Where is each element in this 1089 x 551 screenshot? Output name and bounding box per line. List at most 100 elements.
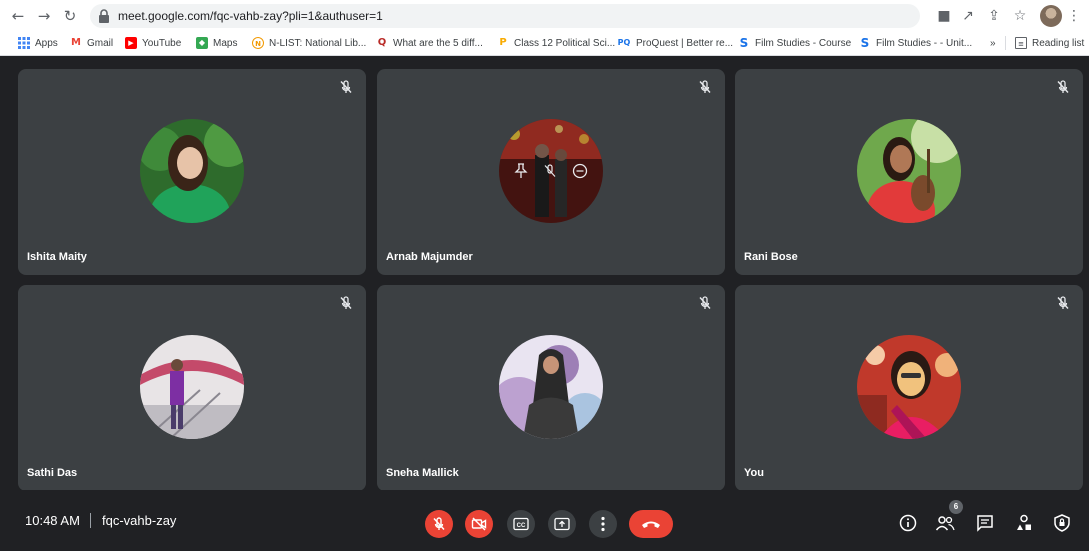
bookmark-quora[interactable]: Q What are the 5 diff... xyxy=(376,35,483,51)
reload-icon[interactable]: ↻ xyxy=(60,6,80,26)
people-icon xyxy=(935,516,955,531)
shield-lock-icon xyxy=(1054,514,1070,532)
toggle-mic-button[interactable] xyxy=(425,510,453,538)
leave-call-button[interactable] xyxy=(629,510,673,538)
participant-avatar xyxy=(499,119,603,223)
open-external-icon[interactable]: ↗ xyxy=(958,6,978,26)
browser-menu-icon[interactable]: ⋮ xyxy=(1064,6,1084,26)
camera-in-use-icon[interactable]: ■ xyxy=(934,6,954,26)
remove-participant-icon[interactable] xyxy=(572,163,588,179)
divider xyxy=(90,513,91,528)
activities-button[interactable] xyxy=(1013,512,1035,534)
reading-list-label: Reading list xyxy=(1032,37,1085,49)
participant-name: You xyxy=(744,467,764,479)
participant-name: Sathi Das xyxy=(27,467,78,479)
maps-icon: ◆ xyxy=(196,37,208,49)
share-icon[interactable]: ⇪ xyxy=(984,6,1004,26)
activities-shapes-icon xyxy=(1017,514,1031,530)
mic-off-icon xyxy=(340,296,352,309)
participant-avatar xyxy=(140,119,244,223)
bookmark-label: ProQuest | Better re... xyxy=(636,37,734,49)
profile-avatar[interactable] xyxy=(1040,5,1062,27)
bookmarks-divider xyxy=(1005,36,1006,50)
mic-off-icon xyxy=(699,80,711,93)
overflow-label: » xyxy=(990,37,996,49)
closed-captions-icon: CC xyxy=(513,517,529,531)
participant-avatar xyxy=(499,335,603,439)
bookmark-youtube[interactable]: ▶ YouTube xyxy=(125,35,181,51)
hang-up-icon xyxy=(642,521,660,528)
participant-tile[interactable]: Sathi Das xyxy=(18,285,366,491)
tile-hover-actions xyxy=(499,119,603,223)
more-options-button[interactable] xyxy=(589,510,617,538)
bookmark-label: What are the 5 diff... xyxy=(393,37,483,49)
browser-chrome: ← → ↻ meet.google.com/fqc-vahb-zay?pli=1… xyxy=(0,0,1089,56)
bookmarks-bar: Apps M Gmail ▶ YouTube ◆ Maps N N-LIST: … xyxy=(0,32,1089,54)
participant-tile-self[interactable]: You xyxy=(735,285,1083,491)
mic-off-icon xyxy=(340,80,352,93)
participant-name: Ishita Maity xyxy=(27,251,87,263)
bookmark-proquest[interactable]: PQ ProQuest | Better re... xyxy=(617,35,733,51)
participant-tile[interactable]: Rani Bose xyxy=(735,69,1083,275)
mute-participant-icon[interactable] xyxy=(542,163,558,179)
bookmark-label: Maps xyxy=(213,37,238,49)
chat-icon xyxy=(977,515,993,532)
youtube-icon: ▶ xyxy=(125,37,137,49)
nlist-icon: N xyxy=(252,37,264,49)
participant-tile[interactable]: Sneha Mallick xyxy=(377,285,725,491)
browser-toolbar: ← → ↻ meet.google.com/fqc-vahb-zay?pli=1… xyxy=(0,0,1089,32)
bookmark-label: Gmail xyxy=(87,37,114,49)
bookmark-apps[interactable]: Apps xyxy=(18,35,58,51)
meet-control-bar: 10:48 AM fqc-vahb-zay CC 6 xyxy=(0,490,1089,551)
people-button[interactable] xyxy=(934,512,956,534)
proquest-icon: PQ xyxy=(617,38,631,47)
back-arrow-icon[interactable]: ← xyxy=(8,6,28,26)
bookmark-label: Film Studies - Course xyxy=(755,37,852,49)
forward-arrow-icon[interactable]: → xyxy=(34,6,54,26)
gmail-icon: M xyxy=(71,37,81,48)
present-screen-button[interactable] xyxy=(548,510,576,538)
host-controls-button[interactable] xyxy=(1051,512,1073,534)
bookmark-film-studies-unit[interactable]: S Film Studies - - Unit... xyxy=(859,35,972,51)
bookmark-label: Class 12 Political Sci... xyxy=(514,37,616,49)
chat-button[interactable] xyxy=(974,512,996,534)
toggle-camera-button[interactable] xyxy=(465,510,493,538)
bookmark-label: Apps xyxy=(35,37,58,49)
url-text: meet.google.com/fqc-vahb-zay?pli=1&authu… xyxy=(118,9,383,23)
svg-text:CC: CC xyxy=(517,523,526,529)
reading-list-icon: ≡ xyxy=(1015,37,1027,49)
participant-tile[interactable]: Ishita Maity xyxy=(18,69,366,275)
bookmark-film-studies[interactable]: S Film Studies - Course xyxy=(738,35,851,51)
participant-name: Sneha Mallick xyxy=(386,467,459,479)
bookmarks-overflow[interactable]: » xyxy=(990,35,996,51)
reading-list[interactable]: ≡ Reading list xyxy=(1015,35,1084,51)
pin-icon[interactable] xyxy=(514,163,528,179)
bookmark-gmail[interactable]: M Gmail xyxy=(70,35,113,51)
meeting-code[interactable]: fqc-vahb-zay xyxy=(102,513,176,528)
bookmark-label: N-LIST: National Lib... xyxy=(269,37,367,49)
mic-off-icon xyxy=(433,517,445,531)
bookmark-star-icon[interactable]: ☆ xyxy=(1010,6,1030,26)
mic-off-icon xyxy=(1057,296,1069,309)
participant-avatar xyxy=(140,335,244,439)
participant-name: Arnab Majumder xyxy=(386,251,473,263)
bookmark-class12[interactable]: P Class 12 Political Sci... xyxy=(497,35,615,51)
meeting-details-button[interactable] xyxy=(897,512,919,534)
mic-off-icon xyxy=(699,296,711,309)
lock-icon xyxy=(99,9,109,23)
participant-name: Rani Bose xyxy=(744,251,798,263)
captions-button[interactable]: CC xyxy=(507,510,535,538)
more-vert-icon xyxy=(601,516,605,532)
participant-avatar xyxy=(857,335,961,439)
present-screen-icon xyxy=(554,517,570,531)
participant-tile[interactable]: Arnab Majumder xyxy=(377,69,725,275)
camera-off-icon xyxy=(471,517,487,531)
mic-off-icon xyxy=(1057,80,1069,93)
bookmark-nlist[interactable]: N N-LIST: National Lib... xyxy=(252,35,366,51)
address-bar[interactable]: meet.google.com/fqc-vahb-zay?pli=1&authu… xyxy=(90,4,920,28)
meeting-time: 10:48 AM xyxy=(25,513,80,528)
apps-grid-icon xyxy=(18,37,30,49)
bookmark-label: YouTube xyxy=(142,37,182,49)
bookmark-maps[interactable]: ◆ Maps xyxy=(196,35,237,51)
bookmark-label: Film Studies - - Unit... xyxy=(876,37,973,49)
